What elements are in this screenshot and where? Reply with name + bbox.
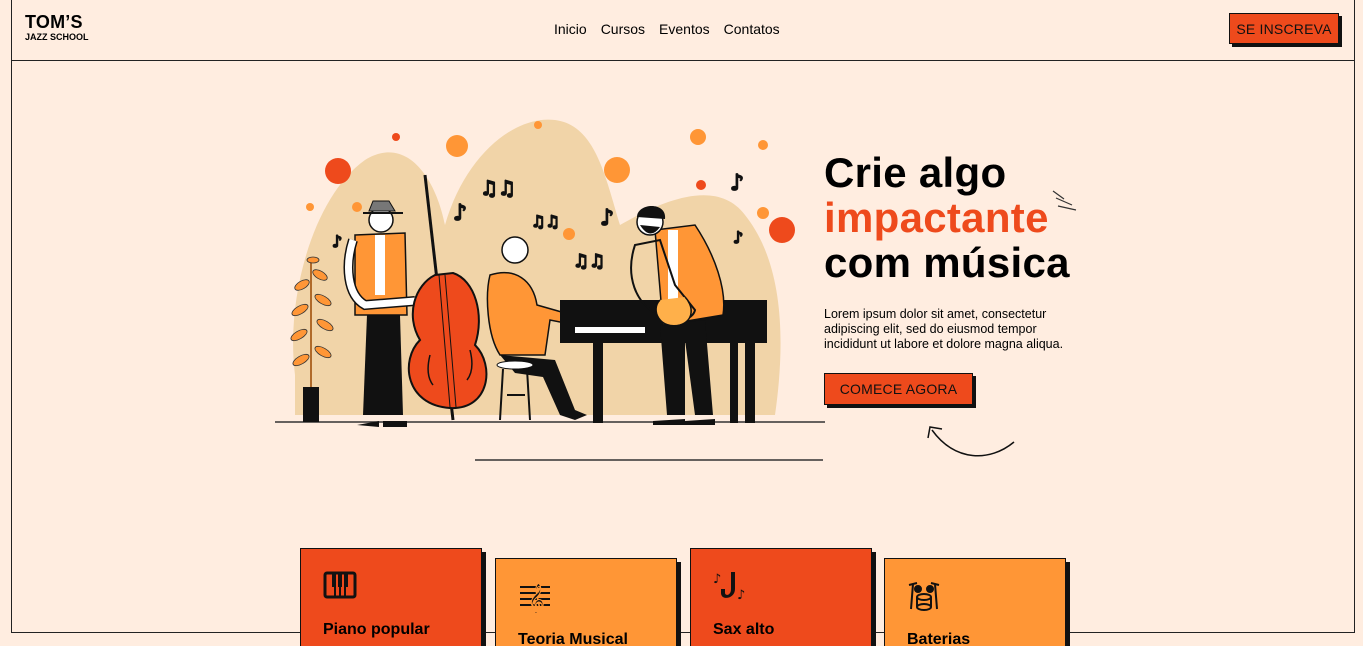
svg-text:♪: ♪ xyxy=(453,201,467,226)
drum-kit-icon xyxy=(908,582,940,611)
nav-item-inicio[interactable]: Inicio xyxy=(554,21,587,37)
course-name: Piano popular xyxy=(323,621,430,638)
sparkle-lines-icon xyxy=(1052,190,1077,211)
get-started-button[interactable]: COMECE AGORA xyxy=(824,373,973,405)
svg-text:♫♫: ♫♫ xyxy=(480,176,516,200)
svg-text:♪: ♪ xyxy=(730,171,744,196)
nav-item-eventos[interactable]: Eventos xyxy=(659,21,710,37)
svg-text:♫♫: ♫♫ xyxy=(573,251,605,272)
jazz-band-illustration: ♫♫ ♪ ♫♫ ♪ ♫♫ ♪ ♪ ♪ xyxy=(275,119,825,461)
site-header: TOM’S JAZZ SCHOOL Inicio Cursos Eventos … xyxy=(11,0,1355,61)
svg-text:♪: ♪ xyxy=(733,228,743,247)
course-card-theory[interactable]: 𝄞 Teoria Musical xyxy=(495,558,677,646)
hero-heading-accent: impactante xyxy=(824,194,1049,241)
course-card-piano[interactable]: Piano popular xyxy=(300,548,482,646)
svg-text:♫♫: ♫♫ xyxy=(531,212,560,231)
svg-text:♪: ♪ xyxy=(737,588,745,603)
logo-subtitle: JAZZ SCHOOL xyxy=(25,32,89,42)
logo[interactable]: TOM’S JAZZ SCHOOL xyxy=(25,13,89,42)
course-name: Baterias xyxy=(907,631,971,646)
course-card-sax[interactable]: ♪ ♪ Sax alto xyxy=(690,548,872,646)
svg-text:♪: ♪ xyxy=(713,572,721,587)
svg-text:♪: ♪ xyxy=(332,232,342,251)
svg-text:♪: ♪ xyxy=(600,206,614,231)
piano-keys-icon xyxy=(323,571,357,599)
hero-heading: Crie algo impactante com música xyxy=(824,150,1070,285)
hero-heading-line1: Crie algo xyxy=(824,149,1007,196)
hero-description: Lorem ipsum dolor sit amet, consectetur … xyxy=(824,307,1064,351)
signup-button[interactable]: SE INSCREVA xyxy=(1229,13,1339,44)
svg-text:𝄞: 𝄞 xyxy=(528,583,545,613)
logo-title: TOM’S xyxy=(25,12,83,32)
saxophone-icon: ♪ ♪ xyxy=(713,572,745,603)
curved-arrow-icon xyxy=(927,426,1015,457)
hero-heading-line3: com música xyxy=(824,239,1070,286)
course-card-drums[interactable]: Baterias xyxy=(884,558,1066,646)
main-nav: Inicio Cursos Eventos Contatos xyxy=(554,21,780,37)
nav-item-cursos[interactable]: Cursos xyxy=(601,21,645,37)
nav-item-contatos[interactable]: Contatos xyxy=(724,21,780,37)
course-name: Sax alto xyxy=(713,621,775,638)
treble-clef-staff-icon: 𝄞 xyxy=(520,583,550,613)
course-name: Teoria Musical xyxy=(518,631,628,646)
